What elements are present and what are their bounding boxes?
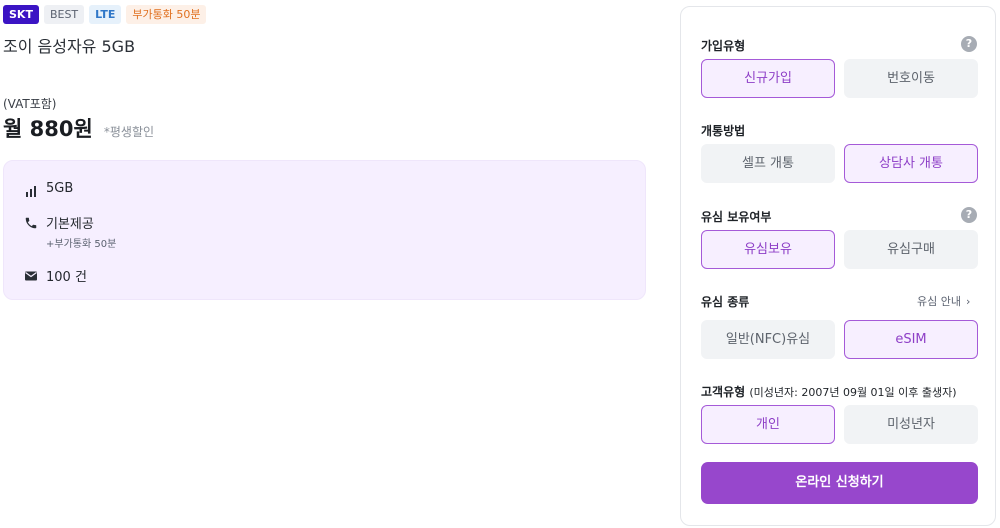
- usim-buy-button[interactable]: 유심구매: [844, 230, 978, 269]
- sim-type-nfc-button[interactable]: 일반(NFC)유심: [701, 320, 835, 359]
- bonus-call-badge: 부가통화 50분: [126, 5, 207, 24]
- join-type-help-icon[interactable]: ?: [961, 36, 977, 52]
- activation-agent-button[interactable]: 상담사 개통: [844, 144, 978, 183]
- monthly-price: 월 880원: [3, 117, 93, 141]
- sim-type-label: 유심 종류: [701, 295, 750, 309]
- sim-type-esim-button[interactable]: eSIM: [844, 320, 978, 359]
- price-line: 월 880원 *평생할인: [3, 113, 154, 143]
- benefit-data: 5GB: [24, 181, 73, 197]
- usim-owned-label: 유심 보유여부: [701, 210, 772, 224]
- phone-icon: [24, 215, 38, 229]
- plan-name: 조이 음성자유 5GB: [3, 37, 136, 56]
- join-type-label: 가입유형: [701, 39, 746, 53]
- customer-type-label: 고객유형 (미성년자: 2007년 09월 01일 이후 출생자): [701, 383, 957, 400]
- join-type-new-button[interactable]: 신규가입: [701, 59, 835, 98]
- usim-owned-button[interactable]: 유심보유: [701, 230, 835, 269]
- vat-note: (VAT포함): [3, 97, 57, 111]
- usim-owned-help-icon[interactable]: ?: [961, 207, 977, 223]
- online-apply-button[interactable]: 온라인 신청하기: [701, 462, 978, 504]
- benefit-voice-text: 기본제공 +부가통화 50분: [46, 213, 116, 250]
- customer-type-note: (미성년자: 2007년 09월 01일 이후 출생자): [749, 386, 957, 399]
- best-badge: BEST: [43, 5, 85, 24]
- sim-guide-link-label: 유심 안내: [917, 295, 961, 308]
- benefit-data-label: 5GB: [46, 181, 74, 196]
- benefit-sms: 100 건: [24, 266, 87, 285]
- activation-self-button[interactable]: 셀프 개통: [701, 144, 835, 183]
- benefit-summary: 5GB 기본제공 +부가통화 50분 100 건: [3, 160, 646, 300]
- chevron-right-icon: ›: [965, 295, 971, 308]
- plan-detail-page: SKT BEST LTE 부가통화 50분 조이 음성자유 5GB (VAT포함…: [0, 0, 1000, 528]
- benefit-voice-sub: +부가통화 50분: [46, 239, 117, 250]
- carrier-badge: SKT: [3, 5, 39, 24]
- sim-guide-link[interactable]: 유심 안내 ›: [917, 293, 970, 309]
- network-badge: LTE: [89, 5, 122, 24]
- plan-badges: SKT BEST LTE 부가통화 50분: [3, 5, 207, 24]
- discount-note: *평생할인: [103, 125, 155, 139]
- signup-options-panel: 가입유형 ? 신규가입 번호이동 개통방법 셀프 개통 상담사 개통 유심 보유…: [680, 6, 996, 526]
- customer-type-individual-button[interactable]: 개인: [701, 405, 835, 444]
- signal-bars-icon: [24, 183, 38, 197]
- benefit-sms-label: 100 건: [46, 270, 87, 285]
- customer-type-label-text: 고객유형: [701, 385, 746, 399]
- activation-label: 개통방법: [701, 124, 746, 138]
- envelope-icon: [24, 268, 38, 282]
- customer-type-minor-button[interactable]: 미성년자: [844, 405, 978, 444]
- join-type-port-button[interactable]: 번호이동: [844, 59, 978, 98]
- benefit-voice: 기본제공 +부가통화 50분: [24, 213, 116, 250]
- benefit-voice-label: 기본제공: [46, 217, 94, 232]
